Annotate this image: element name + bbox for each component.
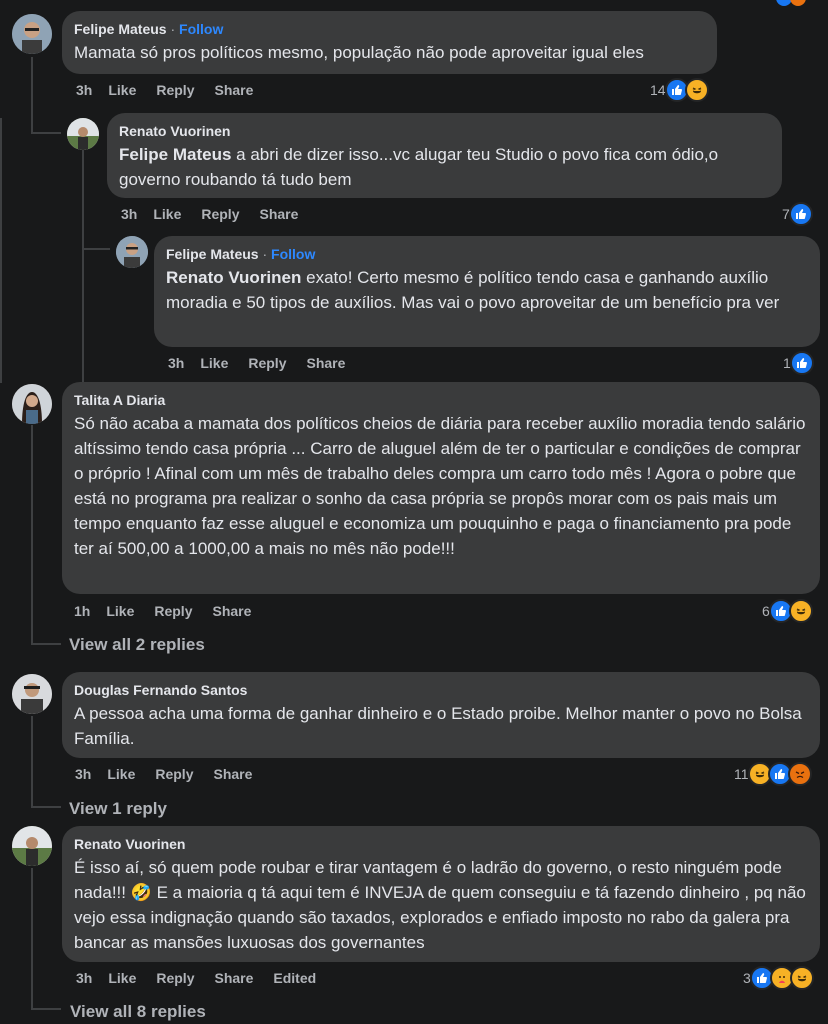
- reply-button[interactable]: Reply: [156, 970, 194, 986]
- reaction-summary[interactable]: 11: [734, 762, 812, 786]
- reaction-summary[interactable]: 3: [743, 966, 814, 990]
- follow-button[interactable]: Follow: [271, 246, 315, 262]
- thread-branch: [33, 1008, 61, 1010]
- comment-actions: 3h Like Reply Share: [168, 355, 365, 371]
- comment-text: É isso aí, só quem pode roubar e tirar v…: [74, 858, 806, 952]
- thread-line: [31, 425, 33, 645]
- timestamp[interactable]: 3h: [76, 970, 92, 986]
- follow-button[interactable]: Follow: [179, 21, 223, 37]
- reply-button[interactable]: Reply: [248, 355, 286, 371]
- thread-branch: [84, 248, 110, 250]
- comment-bubble: Felipe Mateus · Follow Renato Vuorinen e…: [154, 236, 820, 347]
- share-button[interactable]: Share: [306, 355, 345, 371]
- author-name[interactable]: Douglas Fernando Santos: [74, 682, 247, 698]
- share-button[interactable]: Share: [214, 970, 253, 986]
- thread-line: [31, 868, 33, 1010]
- like-button[interactable]: Like: [107, 766, 135, 782]
- separator-dot: ·: [262, 246, 268, 262]
- comment-text: Felipe Mateus a abri de dizer isso...vc …: [119, 142, 770, 192]
- reply-button[interactable]: Reply: [155, 766, 193, 782]
- like-button[interactable]: Like: [106, 603, 134, 619]
- avatar[interactable]: [116, 236, 148, 268]
- like-icon: [789, 351, 814, 375]
- avatar[interactable]: [12, 14, 52, 54]
- haha-icon: [684, 78, 709, 102]
- separator-dot: ·: [170, 21, 176, 37]
- mention-link[interactable]: Renato Vuorinen: [166, 268, 301, 287]
- comment-text: Renato Vuorinen exato! Certo mesmo é pol…: [166, 265, 808, 315]
- like-button[interactable]: Like: [200, 355, 228, 371]
- comment-actions: 3h Like Reply Share: [75, 766, 272, 782]
- timestamp[interactable]: 3h: [121, 206, 137, 222]
- like-icon: [788, 202, 813, 226]
- comment-bubble: Douglas Fernando Santos A pessoa acha um…: [62, 672, 820, 758]
- avatar[interactable]: [12, 384, 52, 424]
- avatar[interactable]: [12, 826, 52, 866]
- author-name[interactable]: Felipe Mateus: [166, 246, 259, 262]
- reply-button[interactable]: Reply: [201, 206, 239, 222]
- haha-icon: [788, 599, 813, 623]
- reply-button[interactable]: Reply: [156, 82, 194, 98]
- reaction-count: 14: [650, 82, 666, 98]
- thread-branch: [33, 643, 61, 645]
- thread-line-edge: [0, 118, 2, 383]
- thread-line: [31, 716, 33, 808]
- share-button[interactable]: Share: [212, 603, 251, 619]
- thread-line: [82, 150, 84, 382]
- timestamp[interactable]: 3h: [75, 766, 91, 782]
- angry-icon: [787, 762, 812, 786]
- avatar[interactable]: [67, 118, 99, 150]
- author-name[interactable]: Renato Vuorinen: [74, 836, 186, 852]
- comment-bubble: Talita A Diaria Só não acaba a mamata do…: [62, 382, 820, 594]
- comment-actions: 3h Like Reply Share Edited: [76, 970, 336, 986]
- view-replies-link[interactable]: View 1 reply: [69, 799, 167, 819]
- comment-text: Mamata só pros políticos mesmo, populaçã…: [74, 43, 644, 62]
- author-name[interactable]: Felipe Mateus: [74, 21, 167, 37]
- reaction-summary[interactable]: 14: [650, 78, 709, 102]
- comment-bubble: Renato Vuorinen É isso aí, só quem pode …: [62, 826, 820, 962]
- like-button[interactable]: Like: [153, 206, 181, 222]
- reply-button[interactable]: Reply: [154, 603, 192, 619]
- mention-link[interactable]: Felipe Mateus: [119, 145, 231, 164]
- thread-branch: [33, 806, 61, 808]
- timestamp[interactable]: 1h: [74, 603, 90, 619]
- like-button[interactable]: Like: [108, 82, 136, 98]
- reaction-summary[interactable]: 7: [782, 202, 813, 226]
- avatar[interactable]: [12, 674, 52, 714]
- comment-actions: 3h Like Reply Share: [76, 82, 273, 98]
- like-button[interactable]: Like: [108, 970, 136, 986]
- edited-label[interactable]: Edited: [273, 970, 316, 986]
- reaction-summary[interactable]: 1: [783, 351, 814, 375]
- top-reaction-icons: [776, 0, 806, 6]
- timestamp[interactable]: 3h: [76, 82, 92, 98]
- thread-branch: [33, 132, 61, 134]
- comment-actions: 1h Like Reply Share: [74, 603, 271, 619]
- comment-bubble: Renato Vuorinen Felipe Mateus a abri de …: [107, 113, 782, 198]
- author-name[interactable]: Renato Vuorinen: [119, 123, 231, 139]
- share-button[interactable]: Share: [213, 766, 252, 782]
- timestamp[interactable]: 3h: [168, 355, 184, 371]
- share-button[interactable]: Share: [214, 82, 253, 98]
- comment-actions: 3h Like Reply Share: [121, 206, 318, 222]
- comment-bubble: Felipe Mateus · Follow Mamata só pros po…: [62, 11, 717, 74]
- comment-text: Só não acaba a mamata dos políticos chei…: [74, 414, 806, 558]
- view-replies-link[interactable]: View all 8 replies: [70, 1002, 206, 1022]
- reaction-count: 11: [734, 766, 749, 782]
- share-button[interactable]: Share: [259, 206, 298, 222]
- author-name[interactable]: Talita A Diaria: [74, 392, 165, 408]
- view-replies-link[interactable]: View all 2 replies: [69, 635, 205, 655]
- haha-icon: [789, 966, 814, 990]
- reaction-summary[interactable]: 6: [762, 599, 813, 623]
- comment-text: A pessoa acha uma forma de ganhar dinhei…: [74, 704, 802, 748]
